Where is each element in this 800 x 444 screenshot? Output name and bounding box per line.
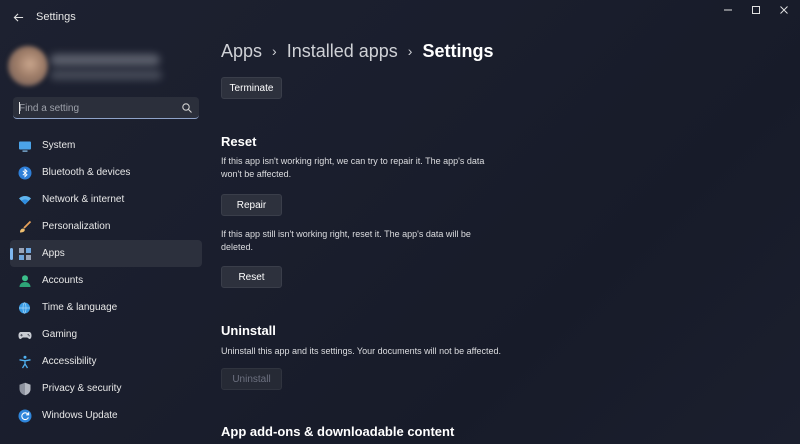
addons-section-title: App add-ons & downloadable content (221, 424, 455, 439)
close-icon (780, 6, 788, 14)
sidebar-item-accessibility[interactable]: Accessibility (10, 348, 202, 375)
sidebar-item-time-language[interactable]: Time & language (10, 294, 202, 321)
sidebar-item-label: Bluetooth & devices (42, 167, 131, 178)
shield-icon (19, 382, 31, 396)
brush-icon (20, 220, 32, 233)
sidebar-item-accounts[interactable]: Accounts (10, 267, 202, 294)
sidebar-item-system[interactable]: System (10, 132, 202, 159)
sidebar-item-gaming[interactable]: Gaming (10, 321, 202, 348)
repair-description-line-2: won't be affected. (221, 169, 292, 179)
sidebar-item-windows-update[interactable]: Windows Update (10, 402, 202, 429)
uninstall-button[interactable]: Uninstall (221, 368, 282, 390)
sidebar-item-label: System (42, 140, 76, 151)
maximize-icon (752, 6, 760, 14)
monitor-icon (19, 141, 31, 152)
search-input[interactable] (19, 101, 179, 115)
breadcrumb: Apps › Installed apps › Settings (221, 38, 493, 64)
repair-button[interactable]: Repair (221, 194, 282, 216)
sidebar-item-label: Accessibility (42, 356, 97, 367)
avatar (8, 46, 48, 86)
repair-description-line-1: If this app isn't working right, we can … (221, 156, 485, 166)
sidebar-item-network[interactable]: Network & internet (10, 186, 202, 213)
gamepad-icon (18, 332, 32, 339)
close-button[interactable] (770, 3, 798, 17)
sidebar-item-privacy-security[interactable]: Privacy & security (10, 375, 202, 402)
sidebar-item-label: Apps (42, 248, 65, 259)
reset-description-line-2: deleted. (221, 242, 254, 252)
sidebar-item-label: Accounts (42, 275, 84, 286)
sidebar: System Bluetooth & devices Network & int… (0, 34, 210, 444)
minimize-icon (724, 9, 732, 11)
accessibility-icon (19, 355, 31, 369)
globe-clock-icon (19, 302, 30, 314)
person-icon (19, 275, 31, 287)
terminate-button[interactable]: Terminate (221, 77, 282, 99)
title-bar: Settings (0, 0, 800, 34)
uninstall-description: Uninstall this app and its settings. You… (221, 346, 502, 356)
back-button[interactable] (8, 7, 28, 27)
sidebar-item-apps[interactable]: Apps (10, 240, 202, 267)
sidebar-item-label: Personalization (42, 221, 111, 232)
breadcrumb-apps[interactable]: Apps (221, 41, 262, 62)
app-title: Settings (36, 11, 76, 23)
profile-name-redacted (50, 54, 160, 66)
minimize-button[interactable] (714, 3, 742, 17)
uninstall-section-title: Uninstall (221, 323, 276, 338)
arrow-left-icon (13, 12, 23, 22)
update-icon (18, 409, 32, 423)
search-box[interactable] (13, 97, 199, 119)
reset-section-title: Reset (221, 134, 257, 149)
sidebar-item-label: Time & language (42, 302, 118, 313)
wifi-icon (19, 196, 31, 205)
sidebar-item-label: Privacy & security (42, 383, 122, 394)
bluetooth-icon (18, 166, 32, 180)
breadcrumb-current-page: Settings (422, 40, 494, 61)
sidebar-item-label: Windows Update (42, 410, 118, 421)
search-icon (182, 103, 192, 113)
apps-icon (19, 248, 31, 260)
sidebar-nav: System Bluetooth & devices Network & int… (10, 132, 202, 429)
reset-button[interactable]: Reset (221, 266, 282, 288)
breadcrumb-installed-apps[interactable]: Installed apps (287, 41, 398, 62)
profile-email-redacted (50, 70, 162, 80)
sidebar-item-label: Network & internet (42, 194, 125, 205)
chevron-right-icon: › (407, 43, 413, 59)
sidebar-item-personalization[interactable]: Personalization (10, 213, 202, 240)
user-profile[interactable] (6, 46, 206, 86)
chevron-right-icon: › (272, 43, 277, 59)
sidebar-item-bluetooth[interactable]: Bluetooth & devices (10, 159, 202, 186)
sidebar-item-label: Gaming (42, 329, 78, 340)
text-caret (19, 102, 20, 114)
maximize-button[interactable] (742, 3, 770, 17)
settings-window: Settings Find a setting System Bluetooth… (0, 0, 800, 444)
reset-description-line-1: If this app still isn't working right, r… (221, 229, 471, 239)
